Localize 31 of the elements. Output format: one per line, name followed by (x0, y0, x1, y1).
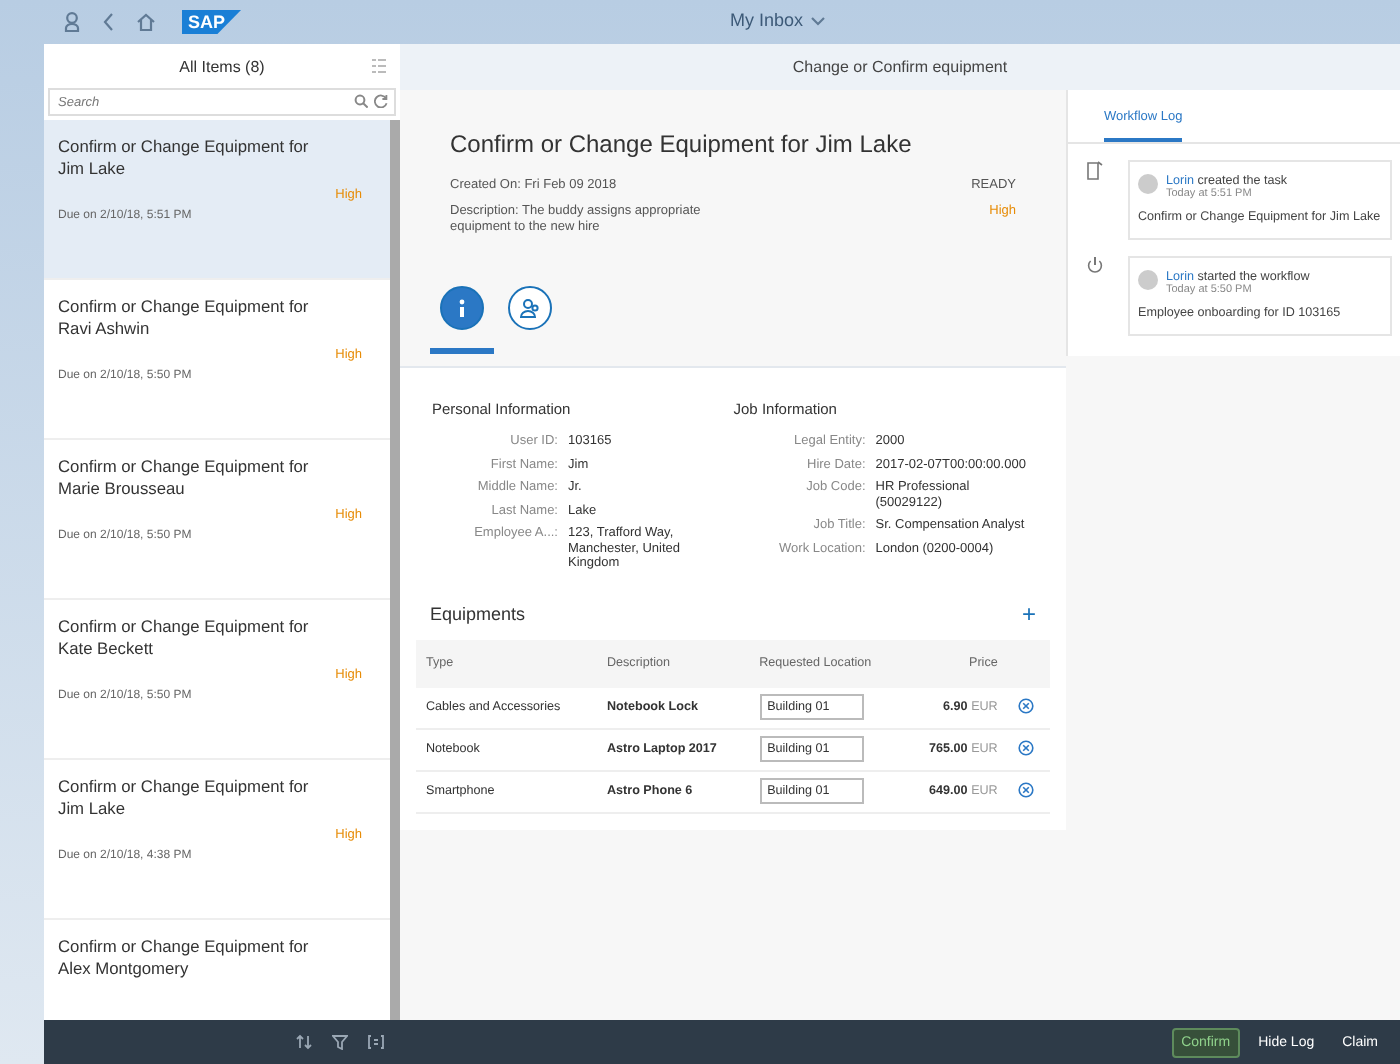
object-title: Confirm or Change Equipment for Jim Lake (450, 130, 914, 158)
list-title: All Items (8) (179, 57, 265, 75)
filter-icon[interactable] (332, 1034, 348, 1050)
task-title: Confirm or Change Equipment for Marie Brousseau (58, 456, 311, 500)
icon-tab[interactable] (508, 286, 552, 330)
user-icon[interactable] (64, 12, 80, 32)
power-icon (1085, 256, 1103, 276)
task-title: Confirm or Change Equipment for Jim Lake (58, 776, 311, 820)
app-title: My Inbox (730, 10, 804, 30)
refresh-icon[interactable] (374, 94, 388, 108)
remove-icon[interactable] (1017, 739, 1034, 755)
avatar-icon (1138, 270, 1158, 290)
remove-icon[interactable] (1017, 697, 1034, 713)
remove-icon[interactable] (1017, 781, 1034, 797)
avatar-icon (1138, 174, 1158, 194)
task-title: Confirm or Change Equipment for Jim Lake (58, 136, 311, 180)
table-title: Equipments (430, 603, 526, 623)
chevron-down-icon[interactable] (809, 15, 826, 25)
add-button[interactable]: + (1021, 599, 1036, 627)
search-icon[interactable] (354, 94, 368, 108)
people-icon (520, 298, 540, 318)
page-title: Change or Confirm equipment (400, 44, 1400, 90)
back-icon[interactable] (102, 12, 114, 32)
group-icon[interactable] (368, 1034, 384, 1050)
task-icon (1085, 160, 1103, 180)
task-title: Confirm or Change Equipment for Ravi Ashwin (58, 296, 311, 340)
home-icon[interactable] (136, 12, 156, 32)
sort-icon[interactable] (296, 1034, 312, 1050)
sap-logo[interactable]: SAP (182, 10, 242, 34)
task-title: Confirm or Change Equipment for Alex Montgomery (58, 936, 311, 980)
task-title: Confirm or Change Equipment for Kate Beckett (58, 616, 311, 660)
